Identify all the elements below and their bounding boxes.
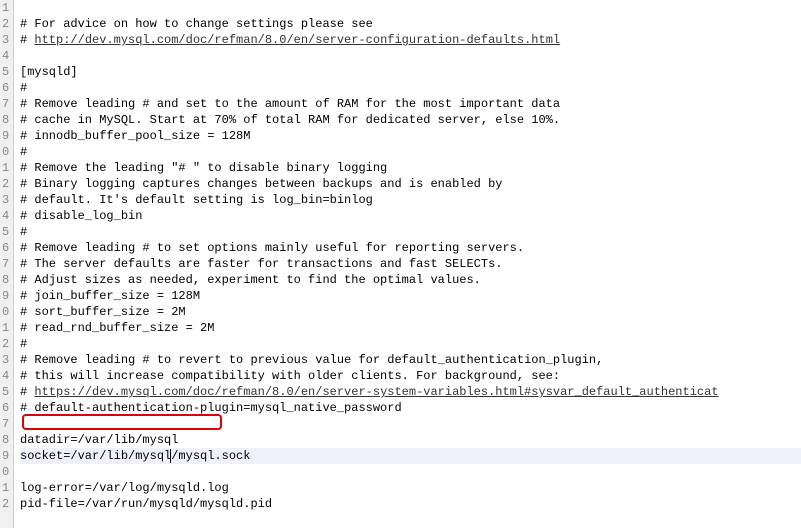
line-number: 2 (2, 336, 9, 352)
comment-text: # Adjust sizes as needed, experiment to … (20, 273, 481, 287)
line-number: 8 (2, 272, 9, 288)
line-number: 1 (2, 160, 9, 176)
comment-text: # disable_log_bin (20, 209, 142, 223)
line-number: 3 (2, 32, 9, 48)
code-text: [mysqld] (20, 65, 78, 79)
line-number: 7 (2, 256, 9, 272)
code-line[interactable]: # default-authentication-plugin=mysql_na… (20, 400, 801, 416)
comment-text: # Remove leading # to revert to previous… (20, 353, 603, 367)
line-number: 4 (2, 48, 9, 64)
comment-text: # For advice on how to change settings p… (20, 17, 373, 31)
code-line[interactable]: # default. It's default setting is log_b… (20, 192, 801, 208)
code-line[interactable]: # Remove leading # and set to the amount… (20, 96, 801, 112)
config-link[interactable]: http://dev.mysql.com/doc/refman/8.0/en/s… (34, 33, 560, 47)
code-line[interactable]: # Binary logging captures changes betwee… (20, 176, 801, 192)
comment-text: # Remove leading # and set to the amount… (20, 97, 560, 111)
code-text: log-error=/var/log/mysqld.log (20, 481, 229, 495)
code-line[interactable] (20, 464, 801, 480)
comment-text: # default-authentication-plugin=mysql_na… (20, 401, 402, 415)
line-number: 6 (2, 240, 9, 256)
code-editor: 12345678901234567890123456789012 # For a… (0, 0, 801, 528)
code-line[interactable]: # Remove the leading "# " to disable bin… (20, 160, 801, 176)
comment-text: # (20, 145, 27, 159)
line-number: 5 (2, 64, 9, 80)
code-line[interactable]: # (20, 144, 801, 160)
line-number: 3 (2, 352, 9, 368)
line-number: 5 (2, 384, 9, 400)
code-line[interactable]: # cache in MySQL. Start at 70% of total … (20, 112, 801, 128)
comment-text: # read_rnd_buffer_size = 2M (20, 321, 214, 335)
comment-text: # Binary logging captures changes betwee… (20, 177, 502, 191)
code-text: datadir=/var/lib/mysql (20, 433, 178, 447)
config-link[interactable]: https://dev.mysql.com/doc/refman/8.0/en/… (34, 385, 718, 399)
code-line[interactable] (20, 512, 801, 528)
line-number: 3 (2, 192, 9, 208)
line-number: 1 (2, 480, 9, 496)
code-line[interactable]: log-error=/var/log/mysqld.log (20, 480, 801, 496)
line-number-gutter: 12345678901234567890123456789012 (0, 0, 14, 528)
line-number: 2 (2, 16, 9, 32)
line-number: 4 (2, 368, 9, 384)
code-line[interactable]: pid-file=/var/run/mysqld/mysqld.pid (20, 496, 801, 512)
code-text: socket=/var/lib/mysql (20, 449, 171, 463)
line-number: 0 (2, 144, 9, 160)
line-number: 8 (2, 112, 9, 128)
code-line[interactable]: datadir=/var/lib/mysql (20, 432, 801, 448)
line-number: 4 (2, 208, 9, 224)
comment-text: # join_buffer_size = 128M (20, 289, 200, 303)
code-line[interactable]: [mysqld] (20, 64, 801, 80)
comment-text: # innodb_buffer_pool_size = 128M (20, 129, 250, 143)
code-line[interactable]: # Remove leading # to revert to previous… (20, 352, 801, 368)
comment-text: # Remove the leading "# " to disable bin… (20, 161, 387, 175)
code-text: /mysql.sock (171, 449, 250, 463)
code-line[interactable]: # For advice on how to change settings p… (20, 16, 801, 32)
line-number: 6 (2, 400, 9, 416)
line-number: 5 (2, 224, 9, 240)
comment-prefix: # (20, 385, 34, 399)
code-line[interactable]: # read_rnd_buffer_size = 2M (20, 320, 801, 336)
line-number: 9 (2, 288, 9, 304)
line-number: 0 (2, 304, 9, 320)
line-number: 2 (2, 496, 9, 512)
code-area[interactable]: # For advice on how to change settings p… (14, 0, 801, 528)
code-line[interactable]: # join_buffer_size = 128M (20, 288, 801, 304)
code-line[interactable]: # https://dev.mysql.com/doc/refman/8.0/e… (20, 384, 801, 400)
comment-text: # default. It's default setting is log_b… (20, 193, 373, 207)
comment-prefix: # (20, 33, 34, 47)
code-line[interactable]: # innodb_buffer_pool_size = 128M (20, 128, 801, 144)
code-line[interactable]: # (20, 80, 801, 96)
line-number: 6 (2, 80, 9, 96)
comment-text: # sort_buffer_size = 2M (20, 305, 186, 319)
code-line[interactable]: socket=/var/lib/mysql/mysql.sock (20, 448, 801, 464)
code-line[interactable]: # disable_log_bin (20, 208, 801, 224)
code-line[interactable] (20, 416, 801, 432)
comment-text: # (20, 337, 27, 351)
comment-text: # Remove leading # to set options mainly… (20, 241, 524, 255)
comment-text: # cache in MySQL. Start at 70% of total … (20, 113, 560, 127)
line-number: 1 (2, 320, 9, 336)
code-line[interactable]: # Remove leading # to set options mainly… (20, 240, 801, 256)
code-line[interactable] (20, 48, 801, 64)
code-line[interactable]: # sort_buffer_size = 2M (20, 304, 801, 320)
code-line[interactable]: # http://dev.mysql.com/doc/refman/8.0/en… (20, 32, 801, 48)
comment-text: # this will increase compatibility with … (20, 369, 560, 383)
line-number: 9 (2, 448, 9, 464)
line-number: 7 (2, 416, 9, 432)
line-number: 7 (2, 96, 9, 112)
comment-text: # (20, 81, 27, 95)
line-number: 0 (2, 464, 9, 480)
line-number: 8 (2, 432, 9, 448)
code-line[interactable]: # (20, 336, 801, 352)
code-line[interactable]: # Adjust sizes as needed, experiment to … (20, 272, 801, 288)
comment-text: # (20, 225, 27, 239)
comment-text: # The server defaults are faster for tra… (20, 257, 502, 271)
code-line[interactable]: # The server defaults are faster for tra… (20, 256, 801, 272)
code-line[interactable]: # this will increase compatibility with … (20, 368, 801, 384)
line-number: 9 (2, 128, 9, 144)
code-text: pid-file=/var/run/mysqld/mysqld.pid (20, 497, 272, 511)
line-number: 2 (2, 176, 9, 192)
line-number: 1 (2, 0, 9, 16)
code-line[interactable]: # (20, 224, 801, 240)
